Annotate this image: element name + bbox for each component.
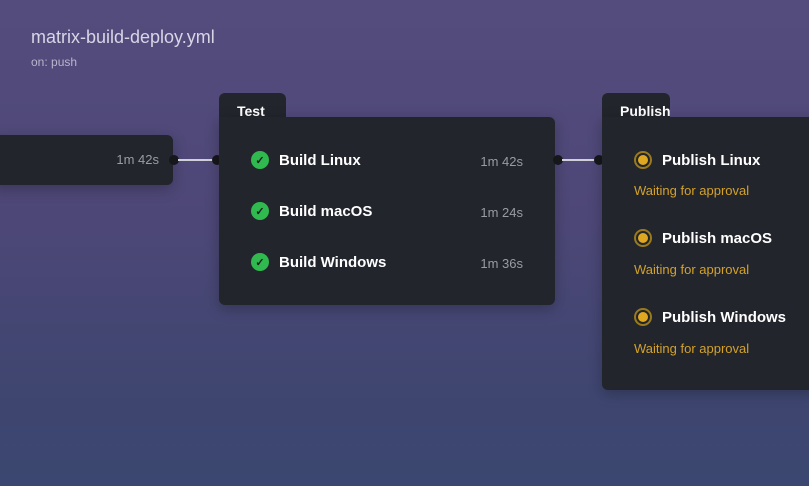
job-name: Publish macOS — [662, 229, 773, 247]
job-status: Waiting for approval — [634, 183, 750, 198]
pending-icon — [634, 308, 652, 326]
check-icon: ✓ — [251, 253, 269, 271]
workflow-trigger: on: push — [31, 55, 78, 69]
job-duration: 1m 42s — [116, 152, 159, 167]
check-icon: ✓ — [251, 202, 269, 220]
job-build-windows[interactable]: ✓ Build Windows — [251, 253, 386, 271]
job-name: Publish Windows — [662, 308, 787, 326]
check-icon: ✓ — [251, 151, 269, 169]
previous-job-card[interactable]: 1m 42s — [0, 135, 173, 185]
pending-icon — [634, 229, 652, 247]
job-duration: 1m 36s — [480, 256, 523, 271]
test-stage-card: ✓ Build Linux 1m 42s ✓ Build macOS 1m 24s … — [219, 117, 555, 305]
job-build-linux[interactable]: ✓ Build Linux — [251, 151, 361, 169]
workflow-title: matrix-build-deploy.yml — [31, 27, 215, 47]
job-status: Waiting for approval — [634, 341, 750, 356]
job-publish-linux[interactable]: Publish Linux — [634, 151, 760, 169]
connector-line — [178, 159, 215, 161]
pending-icon — [634, 151, 652, 169]
job-status: Waiting for approval — [634, 262, 750, 277]
job-duration: 1m 42s — [480, 154, 523, 169]
job-build-macos[interactable]: ✓ Build macOS — [251, 202, 372, 220]
job-name: Build Linux — [279, 151, 361, 169]
job-duration: 1m 24s — [480, 205, 523, 220]
job-publish-windows[interactable]: Publish Windows — [634, 308, 786, 326]
job-publish-macos[interactable]: Publish macOS — [634, 229, 772, 247]
connector-line — [562, 159, 598, 161]
publish-stage-card: Publish Linux Waiting for approval Publi… — [602, 117, 809, 390]
job-name: Publish Linux — [662, 151, 761, 169]
job-name: Build macOS — [279, 202, 373, 220]
job-name: Build Windows — [279, 253, 387, 271]
